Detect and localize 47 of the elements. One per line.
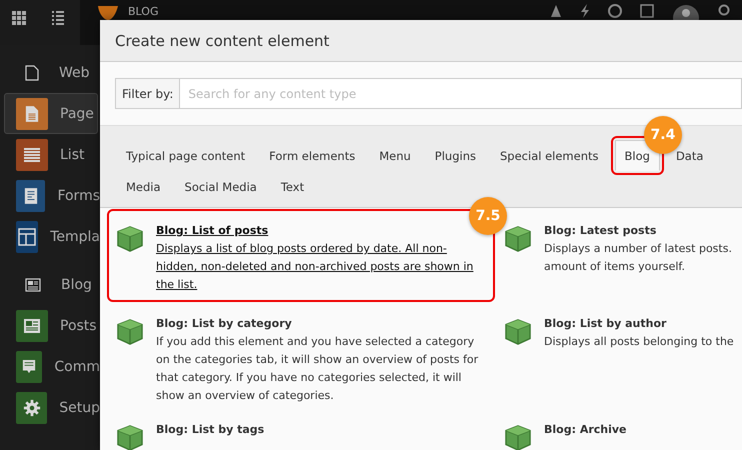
filter-label: Filter by: [115,78,180,109]
tab[interactable]: Social Media [174,171,267,202]
sidebar-item[interactable]: List [0,134,100,175]
tab[interactable]: Plugins [424,140,486,171]
search-field[interactable]: Search for any content type [180,78,742,109]
logo-icon [96,6,120,20]
page-icon [25,65,39,81]
tab[interactable]: Special elements [490,140,609,171]
sidebar-item[interactable]: Comm [0,346,100,387]
element-title: Blog: List by author [544,316,668,332]
site-name: BLOG [128,6,158,20]
element-title: Blog: List by category [156,316,293,332]
sidebar-group-label: Blog [61,277,92,293]
content-element[interactable]: Blog: List by author Displays all posts belonging to the [495,302,742,413]
tab[interactable]: Media [116,171,171,202]
element-title: Blog: Latest posts [544,223,658,239]
cube-icon [116,319,144,345]
app-grid-icon[interactable] [12,11,26,25]
element-title: Blog: List of posts [156,223,270,239]
tab[interactable]: Menu [369,140,421,171]
element-title: Blog: List by tags [156,422,264,438]
sidebar-item[interactable]: Templa [0,216,100,257]
list-icon[interactable] [52,11,64,25]
sidebar-item[interactable]: Forms [0,175,100,216]
cube-icon [504,226,532,252]
content-element[interactable]: Blog: Archive [495,413,742,450]
cube-icon [504,425,532,450]
sidebar-item[interactable]: Setup [0,387,100,428]
modal-title: Create new content element [115,32,330,50]
element-description: If you add this element and you have selected a category on the categories tab, it will show an overview of posts for that category. If you have no categories selected, it will show an overview of categories. [156,334,480,404]
cube-icon [116,425,144,450]
tab[interactable]: Typical page content [116,140,256,171]
tab[interactable]: Blog [614,140,660,171]
element-description: Displays all posts belonging to the [544,334,734,350]
cube-icon [116,226,144,252]
sidebar-item[interactable]: Posts [0,305,100,346]
newspaper-icon [25,278,41,292]
sidebar-group-label: Web [59,65,90,81]
tab[interactable]: Text [270,171,314,202]
element-description: Displays a list of blog posts ordered by date. All non-hidden, non-deleted and non-archived posts are shown in the list. [156,241,474,293]
content-element[interactable]: Blog: List by tags [107,413,495,450]
element-description: Displays a number of latest posts. amount of items yourself. [544,241,732,275]
tab[interactable]: Form elements [259,140,366,171]
element-title: Blog: Archive [544,422,627,438]
sidebar-item[interactable]: Page [4,93,98,134]
bolt-icon[interactable] [580,4,590,18]
cube-icon [504,319,532,345]
